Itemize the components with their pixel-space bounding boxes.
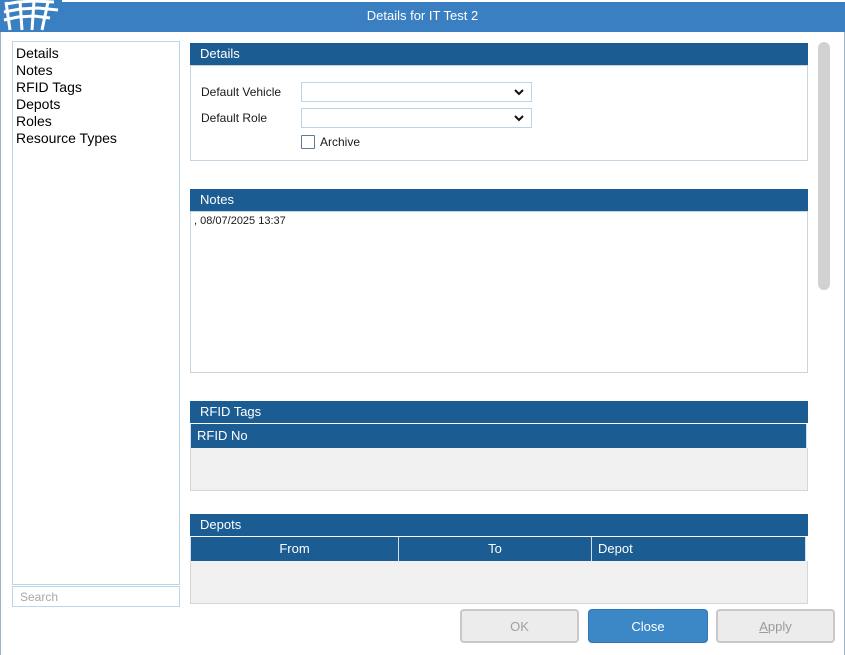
rfid-grid-header: RFID No (190, 424, 807, 448)
nav-search-input[interactable] (12, 586, 180, 607)
depot-column-header[interactable]: Depot (592, 537, 806, 561)
section-nav: Details Notes RFID Tags Depots Roles Res… (12, 41, 180, 585)
nav-item-notes[interactable]: Notes (13, 62, 179, 79)
chevron-down-icon (514, 89, 524, 96)
depots-grid-header: From To Depot (190, 537, 806, 561)
rfid-grid-body[interactable] (190, 448, 808, 491)
apply-label-rest: pply (767, 619, 792, 634)
default-vehicle-select[interactable] (301, 82, 532, 102)
to-column-header[interactable]: To (399, 537, 592, 561)
depots-grid-body[interactable] (190, 561, 808, 604)
default-role-select[interactable] (301, 108, 532, 128)
nav-item-depots[interactable]: Depots (13, 96, 179, 113)
close-button[interactable]: Close (588, 609, 708, 643)
chevron-down-icon (514, 115, 524, 122)
ok-button[interactable]: OK (460, 609, 579, 643)
title-bar: Details for IT Test 2 (0, 0, 845, 32)
rfid-section-header: RFID Tags (190, 401, 808, 423)
nav-item-resource-types[interactable]: Resource Types (13, 130, 179, 147)
details-panel: Default Vehicle Default Role Archive (190, 65, 808, 161)
vertical-scrollbar-thumb[interactable] (818, 42, 830, 290)
nav-item-details[interactable]: Details (13, 45, 179, 62)
notes-text: , 08/07/2025 13:37 (194, 215, 286, 227)
rfid-no-column-header[interactable]: RFID No (191, 424, 807, 448)
details-section-header: Details (190, 43, 808, 65)
from-column-header[interactable]: From (190, 537, 399, 561)
apply-button[interactable]: Apply (716, 609, 835, 643)
default-vehicle-label: Default Vehicle (201, 85, 282, 99)
archive-label: Archive (320, 135, 361, 149)
apply-access-key: A (759, 619, 768, 634)
nav-item-roles[interactable]: Roles (13, 113, 179, 130)
default-role-label: Default Role (201, 111, 268, 125)
nav-item-rfid-tags[interactable]: RFID Tags (13, 79, 179, 96)
depots-section-header: Depots (190, 514, 808, 536)
archive-checkbox[interactable] (301, 135, 315, 149)
window-title: Details for IT Test 2 (366, 8, 479, 23)
notes-section-header: Notes (190, 189, 808, 211)
notes-textarea[interactable]: , 08/07/2025 13:37 (190, 211, 808, 373)
